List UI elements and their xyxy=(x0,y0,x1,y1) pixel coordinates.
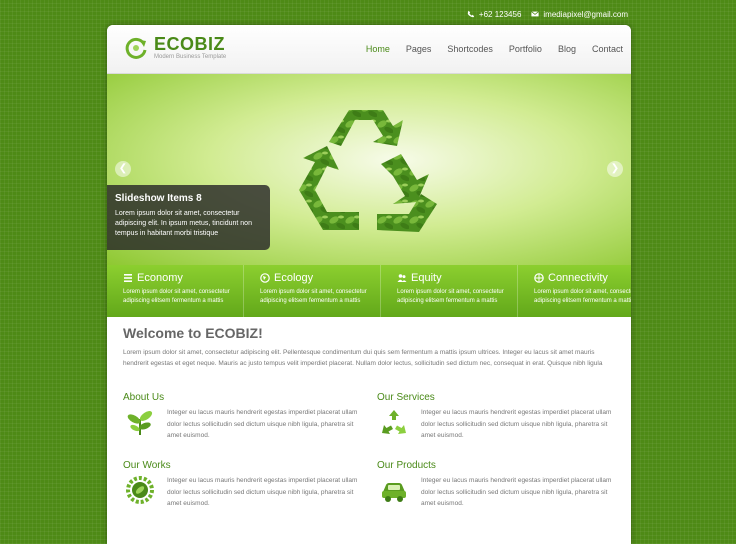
phone-info: +62 123456 xyxy=(467,9,522,19)
feature-title: Economy xyxy=(137,272,183,284)
slider-prev-button[interactable]: ❮ xyxy=(115,161,131,177)
main-content: Welcome to ECOBIZ! Lorem ipsum dolor sit… xyxy=(123,325,615,507)
recycle-leaves-icon xyxy=(299,110,437,232)
block-text: Integer eu lacus mauris hendrerit egesta… xyxy=(167,409,358,439)
welcome-title: Welcome to ECOBIZ! xyxy=(123,325,263,341)
gear-leaf-icon xyxy=(126,476,154,504)
feature-text: Lorem ipsum dolor sit amet, consectetur … xyxy=(260,289,367,304)
brand-name: ECOBIZ xyxy=(154,34,226,54)
list-icon xyxy=(124,274,132,282)
slider-next-button[interactable]: ❯ xyxy=(607,161,623,177)
block-text: Integer eu lacus mauris hendrerit egesta… xyxy=(421,409,612,439)
nav-blog[interactable]: Blog xyxy=(550,44,584,54)
brand-tagline: Modern Business Template xyxy=(154,54,227,60)
people-icon xyxy=(397,274,407,282)
slide-caption-title: Slideshow Items 8 xyxy=(115,193,202,204)
nav-home[interactable]: Home xyxy=(358,44,398,54)
logo-refresh-icon xyxy=(125,37,147,59)
welcome-text: Lorem ipsum dolor sit amet, consectetur … xyxy=(123,349,603,367)
nav-portfolio[interactable]: Portfolio xyxy=(501,44,550,54)
block-title[interactable]: Our Services xyxy=(377,392,615,403)
block-text: Integer eu lacus mauris hendrerit egesta… xyxy=(421,477,612,507)
phone-icon xyxy=(467,10,475,18)
nav-contact[interactable]: Contact xyxy=(584,44,631,54)
email-address[interactable]: imediapixel@gmail.com xyxy=(543,10,628,19)
feature-ecology[interactable]: Ecology Lorem ipsum dolor sit amet, cons… xyxy=(244,265,381,317)
feature-text: Lorem ipsum dolor sit amet, consectetur … xyxy=(534,289,631,304)
chevron-right-icon: ❯ xyxy=(610,163,620,174)
feature-connectivity[interactable]: Connectivity Lorem ipsum dolor sit amet,… xyxy=(518,265,631,317)
eco-car-icon xyxy=(382,483,406,502)
feature-title: Connectivity xyxy=(548,272,608,284)
block-our-products: Our Products Integer eu lacus mauris hen… xyxy=(377,460,615,510)
feature-text: Lorem ipsum dolor sit amet, consectetur … xyxy=(397,289,504,304)
block-our-works: Our Works Integer eu lacus mauris hendre… xyxy=(123,460,361,510)
page-panel: ECOBIZ Modern Business Template Home Pag… xyxy=(107,25,631,544)
block-about-us: About Us Integer eu lacus mauris hendrer… xyxy=(123,392,361,442)
topbar: +62 123456 imediapixel@gmail.com xyxy=(467,8,628,20)
feature-title: Ecology xyxy=(274,272,314,284)
globe-icon xyxy=(260,273,270,283)
site-header: ECOBIZ Modern Business Template Home Pag… xyxy=(107,25,631,74)
slideshow: ❮ ❯ Slideshow Items 8 Lorem ipsum dolor … xyxy=(107,74,631,265)
slide-caption-text: Lorem ipsum dolor sit amet, consectetur … xyxy=(115,210,252,237)
nav-shortcodes[interactable]: Shortcodes xyxy=(439,44,501,54)
network-icon xyxy=(534,273,544,283)
feature-text: Lorem ipsum dolor sit amet, consectetur … xyxy=(123,289,230,304)
phone-number: +62 123456 xyxy=(478,9,522,19)
block-text: Integer eu lacus mauris hendrerit egesta… xyxy=(167,477,358,507)
email-info[interactable]: imediapixel@gmail.com xyxy=(531,10,628,19)
block-title[interactable]: Our Products xyxy=(377,460,615,471)
logo[interactable]: ECOBIZ Modern Business Template xyxy=(123,35,226,61)
main-nav: Home Pages Shortcodes Portfolio Blog Con… xyxy=(358,44,631,54)
mail-icon xyxy=(531,11,540,17)
block-title[interactable]: Our Works xyxy=(123,460,361,471)
feature-equity[interactable]: Equity Lorem ipsum dolor sit amet, conse… xyxy=(381,265,518,317)
chevron-left-icon: ❮ xyxy=(118,163,128,174)
feature-title: Equity xyxy=(411,272,442,284)
recycle-icon xyxy=(382,410,406,434)
feature-bar: Economy Lorem ipsum dolor sit amet, cons… xyxy=(107,265,631,317)
block-our-services: Our Services Integer eu lacus mauris hen… xyxy=(377,392,615,442)
plant-icon xyxy=(127,411,153,435)
nav-pages[interactable]: Pages xyxy=(398,44,440,54)
block-title[interactable]: About Us xyxy=(123,392,361,403)
feature-economy[interactable]: Economy Lorem ipsum dolor sit amet, cons… xyxy=(107,265,244,317)
slide-caption: Slideshow Items 8 Lorem ipsum dolor sit … xyxy=(107,185,270,250)
